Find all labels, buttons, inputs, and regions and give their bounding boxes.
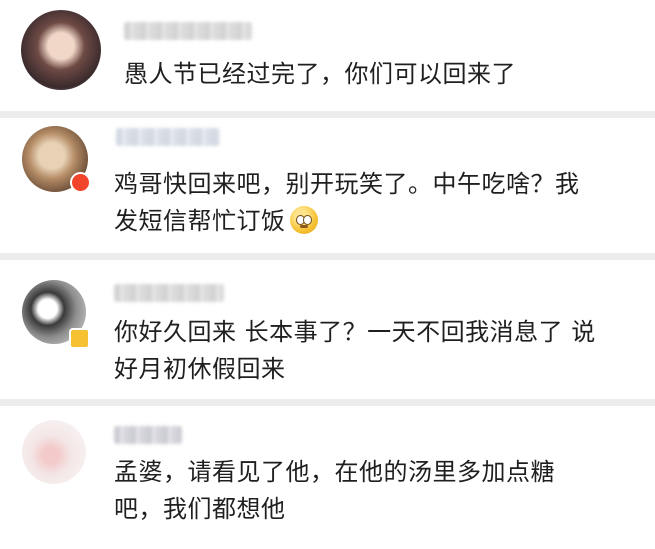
pleading-face-emoji-icon [289, 206, 318, 234]
username-blurred[interactable] [116, 128, 220, 146]
comment-card: 鸡哥快回来吧，别开玩笑了。中午吃啥？我 发短信帮忙订饭 [0, 118, 655, 253]
avatar[interactable] [21, 10, 101, 90]
comment-body: 鸡哥快回来吧，别开玩笑了。中午吃啥？我 发短信帮忙订饭 [114, 166, 637, 240]
comment-text: 愚人节已经过完了，你们可以回来了 [124, 60, 516, 88]
username-blurred[interactable] [114, 284, 224, 302]
comment-text: 孟婆，请看见了他，在他的汤里多加点糖 吧，我们都想他 [114, 458, 555, 523]
member-badge-icon [69, 328, 90, 349]
comment-card: 孟婆，请看见了他，在他的汤里多加点糖 吧，我们都想他 [0, 406, 655, 549]
comment-text: 鸡哥快回来吧，别开玩笑了。中午吃啥？我 发短信帮忙订饭 [114, 170, 580, 235]
comment-feed: 愚人节已经过完了，你们可以回来了 鸡哥快回来吧，别开玩笑了。中午吃啥？我 发短信… [0, 0, 655, 549]
comment-text: 你好久回来 长本事了？一天不回我消息了 说 好月初休假回来 [114, 318, 596, 383]
avatar[interactable] [22, 420, 86, 484]
username-blurred[interactable] [124, 22, 252, 40]
verified-badge-icon [70, 172, 91, 193]
comment-card: 你好久回来 长本事了？一天不回我消息了 说 好月初休假回来 [0, 260, 655, 399]
comment-card: 愚人节已经过完了，你们可以回来了 [0, 0, 655, 111]
username-blurred[interactable] [114, 426, 182, 444]
